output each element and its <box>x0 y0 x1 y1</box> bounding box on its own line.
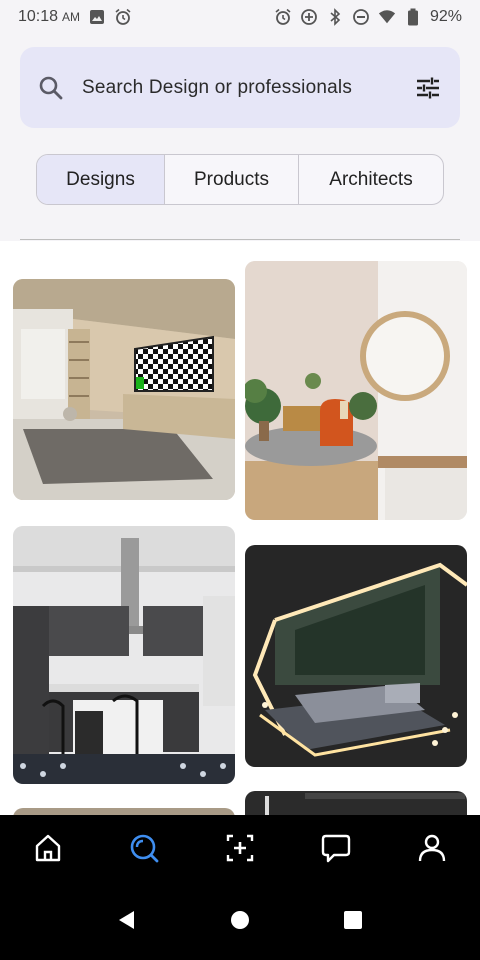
status-left: 10:18 AM <box>18 8 132 26</box>
divider <box>20 239 460 240</box>
add-box-icon <box>224 832 256 869</box>
status-bar: 10:18 AM 92% <box>0 0 480 34</box>
chat-icon <box>320 832 352 869</box>
design-image <box>13 526 235 784</box>
back-icon <box>116 909 138 936</box>
home-icon <box>32 832 64 869</box>
alarm-icon <box>114 8 132 26</box>
alarm-icon <box>274 8 292 26</box>
gallery-icon <box>88 8 106 26</box>
nav-add[interactable] <box>216 826 264 874</box>
category-tabs: Designs Products Architects <box>36 154 444 205</box>
design-card-living-room[interactable] <box>13 279 235 500</box>
design-card-lounge[interactable] <box>245 261 467 520</box>
battery-icon <box>404 8 422 26</box>
wifi-icon <box>378 8 396 26</box>
status-right: 92% <box>274 8 462 26</box>
tab-products[interactable]: Products <box>165 155 299 204</box>
tune-icon[interactable] <box>414 74 442 102</box>
tab-designs[interactable]: Designs <box>37 155 165 204</box>
back-button[interactable] <box>107 903 147 943</box>
nav-search[interactable] <box>120 826 168 874</box>
design-image <box>13 279 235 500</box>
status-ampm: AM <box>62 10 81 24</box>
nav-home[interactable] <box>24 826 72 874</box>
battery-percent: 92% <box>429 8 462 25</box>
search-bar[interactable]: Search Design or professionals <box>20 47 460 128</box>
search-icon <box>128 832 160 869</box>
design-image <box>245 261 467 520</box>
dnd-icon <box>352 8 370 26</box>
bottom-nav <box>0 815 480 885</box>
home-button[interactable] <box>220 903 260 943</box>
design-card-kitchen[interactable] <box>13 526 235 784</box>
recents-icon <box>343 910 363 935</box>
status-time: 10:18 <box>18 8 59 25</box>
design-image <box>245 545 467 767</box>
design-card-bedroom[interactable] <box>245 545 467 767</box>
system-nav-bar <box>0 885 480 960</box>
nav-profile[interactable] <box>408 826 456 874</box>
profile-icon <box>416 832 448 869</box>
recents-button[interactable] <box>333 903 373 943</box>
search-icon <box>38 75 64 101</box>
home-circle-icon <box>230 910 250 935</box>
bluetooth-icon <box>326 8 344 26</box>
search-input[interactable]: Search Design or professionals <box>82 77 414 99</box>
data-saver-icon <box>300 8 318 26</box>
nav-chat[interactable] <box>312 826 360 874</box>
tab-architects[interactable]: Architects <box>299 155 443 204</box>
